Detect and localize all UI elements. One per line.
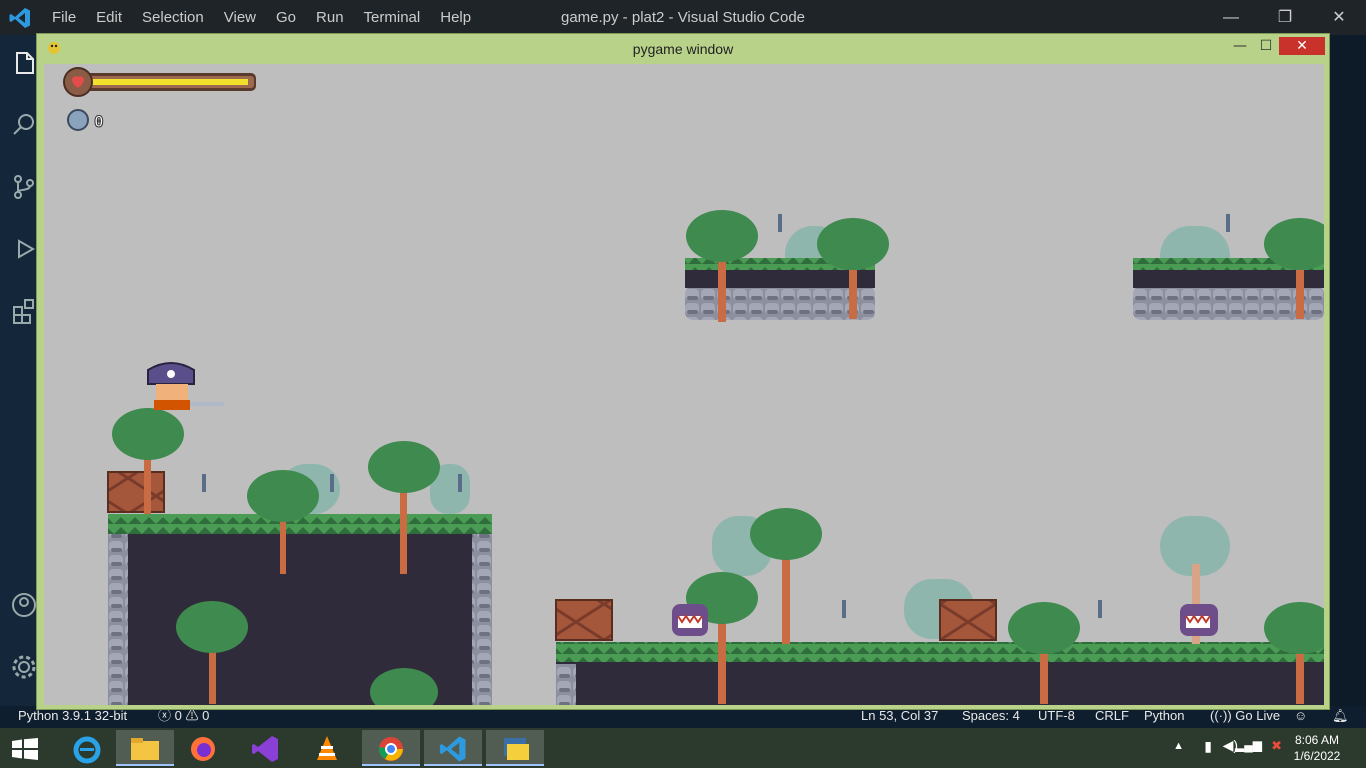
- pygame-window: pygame window — ☐ ✕ 0: [36, 33, 1330, 710]
- vscode-icon: [439, 736, 466, 762]
- firefox-button[interactable]: [174, 730, 232, 766]
- clock-date: 1/6/2022: [1293, 749, 1341, 763]
- floating-island-2: [1133, 218, 1324, 320]
- close-button[interactable]: ✕: [1312, 0, 1366, 35]
- folder-icon: [131, 738, 159, 760]
- menu-selection[interactable]: Selection: [132, 0, 214, 35]
- enemy-shark: [672, 604, 708, 636]
- windows-icon: [12, 738, 38, 760]
- coin-pickup: [842, 600, 846, 618]
- error-count: 0: [174, 708, 182, 723]
- python-icon: [504, 738, 529, 760]
- clock-time: 8:06 AM: [1294, 733, 1340, 747]
- pygame-close-button[interactable]: ✕: [1279, 37, 1325, 55]
- left-cliff: [107, 408, 492, 705]
- visual-studio-icon: [252, 736, 278, 762]
- game-scene: 0: [63, 67, 1324, 705]
- game-canvas[interactable]: 0: [44, 64, 1324, 705]
- pygame-minimize-button[interactable]: —: [1227, 37, 1253, 55]
- taskbar: ▲ ▮ ◀) ▂▄▆ ✖ 8:06 AM 1/6/2022: [0, 728, 1366, 768]
- coin-pickup: [1098, 600, 1102, 618]
- warning-count: 0: [202, 708, 210, 723]
- clock[interactable]: 8:06 AM 1/6/2022: [1286, 732, 1348, 764]
- menu-terminal[interactable]: Terminal: [354, 0, 431, 35]
- pygame-maximize-button[interactable]: ☐: [1253, 37, 1279, 55]
- coin-counter: 0: [67, 109, 104, 132]
- pygame-title: pygame window: [632, 41, 734, 57]
- firefox-icon: [191, 737, 215, 761]
- start-button[interactable]: [0, 730, 58, 766]
- coin-pickup: [202, 474, 206, 492]
- coin-pickup: [778, 214, 782, 232]
- vlc-button[interactable]: [298, 730, 356, 766]
- internet-explorer-button[interactable]: [58, 730, 116, 766]
- menu-bar: File Edit Selection View Go Run Terminal…: [42, 0, 481, 35]
- internet-explorer-icon: [73, 736, 101, 764]
- health-bar: [63, 67, 256, 97]
- crate: [939, 599, 997, 641]
- floating-island-1: [685, 210, 889, 322]
- error-icon: ⓧ: [158, 708, 172, 723]
- crate: [555, 599, 613, 641]
- battery-icon[interactable]: ▮: [1204, 738, 1212, 755]
- enemy-shark: [1180, 604, 1218, 636]
- network-icon[interactable]: ▂▄▆: [1235, 738, 1262, 752]
- vscode-logo-icon: [9, 8, 30, 28]
- vscode-button[interactable]: [424, 730, 482, 766]
- pygame-titlebar: pygame window — ☐ ✕: [37, 34, 1329, 64]
- menu-go[interactable]: Go: [266, 0, 306, 35]
- crate: [107, 471, 165, 513]
- chrome-icon: [378, 737, 403, 761]
- menu-run[interactable]: Run: [306, 0, 354, 35]
- coin-pickup: [458, 474, 462, 492]
- warning-icon: ⚠: [185, 708, 199, 723]
- go-live-label: Go Live: [1235, 708, 1281, 723]
- python-button[interactable]: [486, 730, 544, 766]
- player-pirate: [147, 362, 224, 410]
- minimize-button[interactable]: —: [1204, 0, 1258, 35]
- coin-pickup: [330, 474, 334, 492]
- coin-pickup: [1226, 214, 1230, 232]
- menu-file[interactable]: File: [42, 0, 86, 35]
- editor-area: [1326, 35, 1366, 706]
- chrome-button[interactable]: [362, 730, 420, 766]
- coin-icon: [67, 109, 89, 131]
- health-fill: [92, 79, 248, 85]
- coin-count: 0: [94, 112, 104, 131]
- menu-view[interactable]: View: [214, 0, 266, 35]
- vscode-titlebar: File Edit Selection View Go Run Terminal…: [0, 0, 1366, 35]
- menu-help[interactable]: Help: [430, 0, 481, 35]
- vlc-cone-icon: [317, 736, 337, 760]
- restore-button[interactable]: ❐: [1258, 0, 1312, 35]
- broadcast-icon: ((·)): [1210, 708, 1232, 723]
- menu-edit[interactable]: Edit: [86, 0, 132, 35]
- show-hidden-icons[interactable]: ▲: [1173, 740, 1184, 752]
- visual-studio-button[interactable]: [236, 730, 294, 766]
- action-center-icon[interactable]: ✖: [1271, 738, 1282, 754]
- file-explorer-button[interactable]: [116, 730, 174, 766]
- notifications-bell-icon[interactable]: 🔔︎: [1332, 706, 1349, 726]
